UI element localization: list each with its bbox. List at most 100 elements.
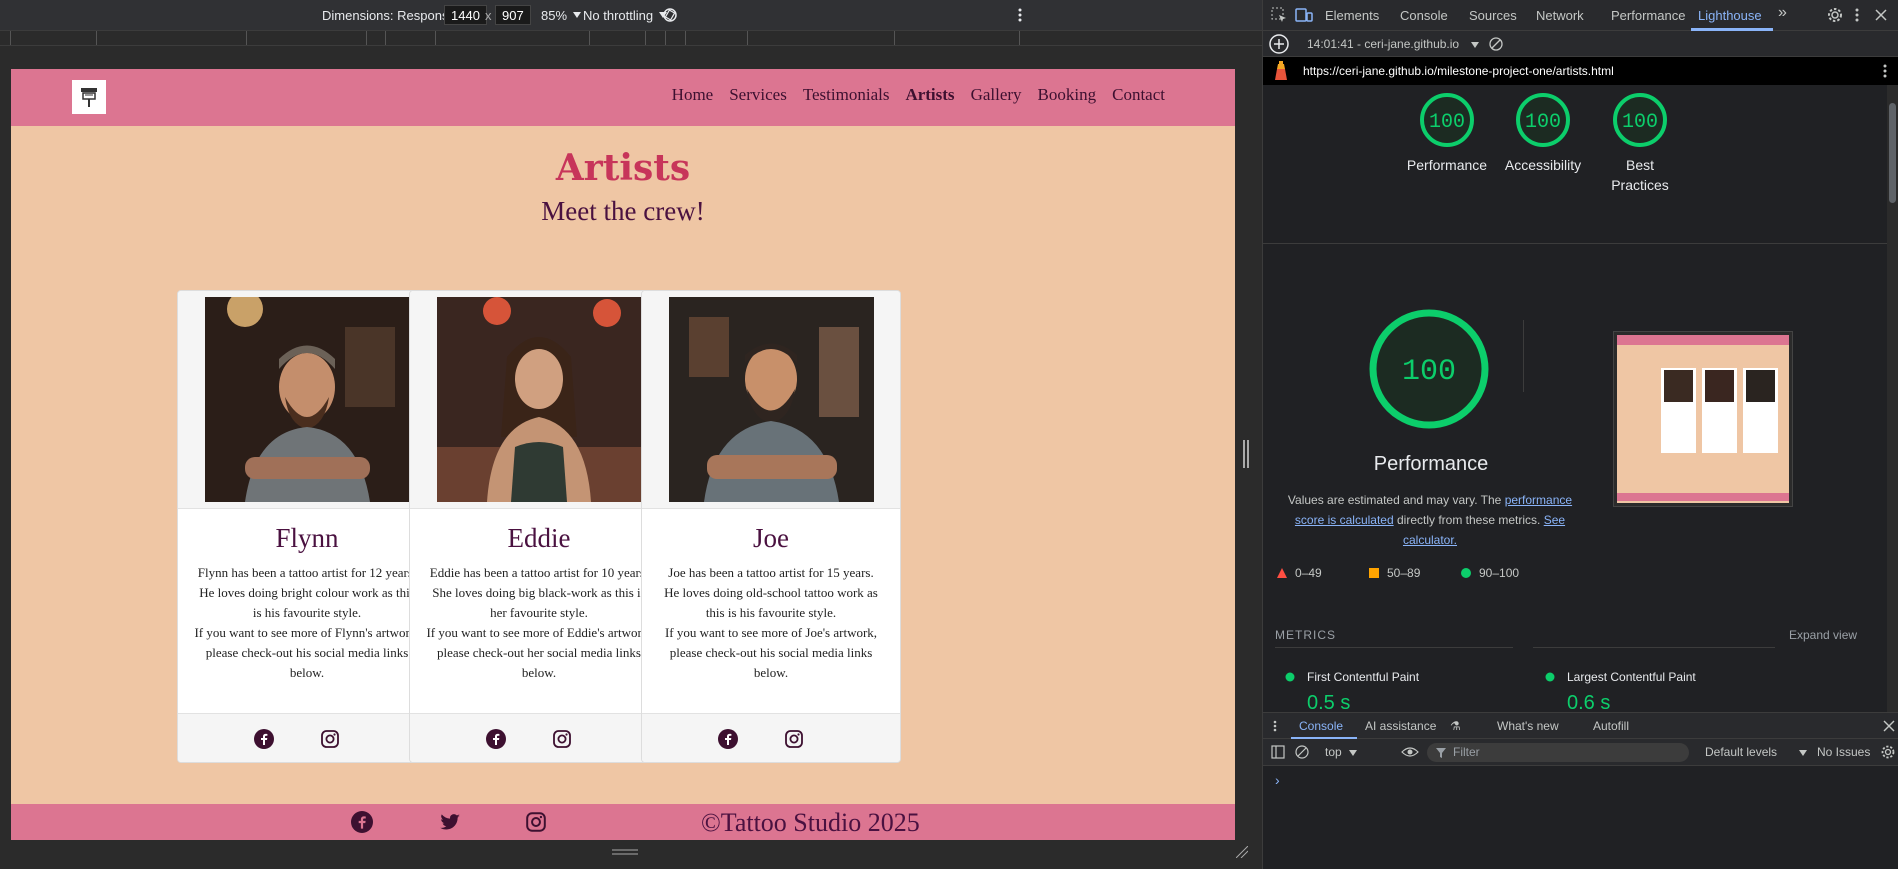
nav-booking[interactable]: Booking <box>1038 85 1097 105</box>
nav-home[interactable]: Home <box>672 85 714 105</box>
score-gauge[interactable]: 100 Accessibility <box>1493 89 1593 173</box>
bio-line: please check-out her social media links <box>437 645 641 660</box>
nav-services[interactable]: Services <box>729 85 787 105</box>
facebook-icon[interactable] <box>718 729 738 749</box>
drawer-tab-autofill[interactable]: Autofill <box>1593 719 1629 733</box>
inspect-element-icon[interactable] <box>1271 7 1287 23</box>
facebook-icon[interactable] <box>351 811 373 833</box>
artist-card: Joe Joe has been a tattoo artist for 15 … <box>641 290 901 763</box>
facebook-icon[interactable] <box>486 729 506 749</box>
eye-icon[interactable] <box>1401 745 1419 759</box>
more-options-icon[interactable] <box>1273 720 1277 732</box>
device-toggle-icon[interactable] <box>1295 7 1313 23</box>
more-options-icon[interactable] <box>1018 0 1022 30</box>
instagram-icon[interactable] <box>552 729 572 749</box>
metrics-heading: METRICS <box>1275 628 1336 642</box>
facebook-icon[interactable] <box>254 729 274 749</box>
resize-handle-right[interactable] <box>1243 440 1249 468</box>
more-tabs-icon[interactable]: » <box>1778 4 1787 22</box>
page-title: Artists <box>555 147 691 189</box>
legend-label: 0–49 <box>1295 566 1322 580</box>
drawer-tab-whats-new[interactable]: What's new <box>1497 719 1559 733</box>
card-image-area <box>410 291 668 509</box>
bio-line: He loves doing bright colour work as thi… <box>199 585 415 600</box>
bio-line: Flynn has been a tattoo artist for 12 ye… <box>197 565 417 580</box>
clear-icon[interactable] <box>1489 37 1503 51</box>
resize-grip-icon[interactable] <box>612 848 638 856</box>
instagram-icon[interactable] <box>784 729 804 749</box>
main-score: 100 <box>1402 355 1456 389</box>
gear-icon[interactable] <box>1827 7 1843 23</box>
bio-line: below. <box>521 665 557 680</box>
screen: Dimensions: Responsive 1440 x 907 85% No… <box>0 0 1898 869</box>
page-subtitle: Meet the crew! <box>541 196 705 226</box>
more-options-icon[interactable] <box>1883 64 1887 78</box>
more-options-icon[interactable] <box>1855 8 1859 22</box>
zoom-label: 85% <box>541 7 568 23</box>
performance-gauge: 100 <box>1369 309 1489 429</box>
note-text: Values are estimated and may vary. The <box>1287 493 1502 507</box>
nav-gallery[interactable]: Gallery <box>971 85 1022 105</box>
nav-testimonials[interactable]: Testimonials <box>803 85 890 105</box>
final-screenshot-thumbnail[interactable] <box>1613 331 1793 507</box>
drawer-tab-ai[interactable]: AI assistance <box>1365 719 1436 733</box>
legend-label: 90–100 <box>1479 566 1520 580</box>
issues-count[interactable]: No Issues <box>1817 745 1870 759</box>
bio-line: below. <box>753 665 789 680</box>
card-image-area <box>642 291 900 509</box>
expand-view-toggle[interactable]: Expand view <box>1789 628 1857 642</box>
bio-line: please check-out his social media links <box>205 645 409 660</box>
tab-console[interactable]: Console <box>1400 8 1448 23</box>
devtools-pane: Elements Console Sources Network Perform… <box>1262 0 1898 869</box>
device-emulation-pane: Dimensions: Responsive 1440 x 907 85% No… <box>0 0 1262 869</box>
metric-value: 0.6 s <box>1567 692 1611 712</box>
device-toolbar: Dimensions: Responsive 1440 x 907 85% No… <box>0 0 1262 30</box>
score-value: 100 <box>1525 111 1561 134</box>
bio-line: below. <box>289 665 325 680</box>
resize-corner-icon[interactable] <box>1236 846 1248 858</box>
tab-network[interactable]: Network <box>1536 8 1584 23</box>
console-prompt[interactable]: › <box>1275 772 1280 788</box>
resize-handle-bottom-area <box>0 840 1262 869</box>
site-footer: ©Tattoo Studio 2025 <box>11 804 1235 840</box>
tab-lighthouse[interactable]: Lighthouse <box>1698 8 1762 23</box>
green-circle-icon <box>1285 672 1295 682</box>
throttling-dropdown[interactable]: No throttling <box>583 0 668 30</box>
close-icon[interactable] <box>1883 720 1895 732</box>
filter-placeholder: Filter <box>1453 745 1480 759</box>
tab-performance[interactable]: Performance <box>1611 8 1685 23</box>
score-gauge[interactable]: 100 Performance <box>1397 89 1497 173</box>
width-input[interactable]: 1440 <box>444 5 487 25</box>
divider <box>1523 320 1524 392</box>
report-url[interactable]: https://ceri-jane.github.io/milestone-pr… <box>1303 64 1614 78</box>
tab-elements[interactable]: Elements <box>1325 8 1379 23</box>
instagram-icon[interactable] <box>320 729 340 749</box>
metric-name: First Contentful Paint <box>1307 670 1420 684</box>
report-selector[interactable]: 14:01:41 - ceri-jane.github.io <box>1307 37 1459 51</box>
close-icon[interactable] <box>1875 9 1887 21</box>
tab-sources[interactable]: Sources <box>1469 8 1517 23</box>
instagram-icon[interactable] <box>525 811 547 833</box>
nav-artists[interactable]: Artists <box>905 85 954 105</box>
artist-photo <box>205 297 410 502</box>
drawer-tab-console[interactable]: Console <box>1299 719 1343 733</box>
page-viewport: Home Services Testimonials Artists Galle… <box>11 69 1235 840</box>
height-input[interactable]: 907 <box>495 5 531 25</box>
twitter-icon[interactable] <box>439 811 461 833</box>
report-scrollbar[interactable] <box>1887 85 1898 712</box>
console-filter-input[interactable]: Filter <box>1427 743 1689 762</box>
clear-console-icon[interactable] <box>1295 745 1309 759</box>
gear-icon[interactable] <box>1881 745 1895 759</box>
nav-contact[interactable]: Contact <box>1112 85 1165 105</box>
studio-logo[interactable] <box>72 80 106 114</box>
main-nav: Home Services Testimonials Artists Galle… <box>672 85 1165 105</box>
media-query-ruler[interactable] <box>0 30 1262 46</box>
sidebar-toggle-icon[interactable] <box>1271 745 1285 759</box>
report-url-bar: https://ceri-jane.github.io/milestone-pr… <box>1263 57 1898 85</box>
add-report-icon[interactable] <box>1269 34 1289 54</box>
zoom-dropdown[interactable]: 85% <box>541 0 582 30</box>
log-levels-dropdown[interactable]: Default levels <box>1705 745 1777 759</box>
score-gauge[interactable]: 100 Best Practices <box>1590 89 1690 193</box>
context-selector[interactable]: top <box>1325 745 1342 759</box>
rotate-icon[interactable] <box>662 0 678 30</box>
